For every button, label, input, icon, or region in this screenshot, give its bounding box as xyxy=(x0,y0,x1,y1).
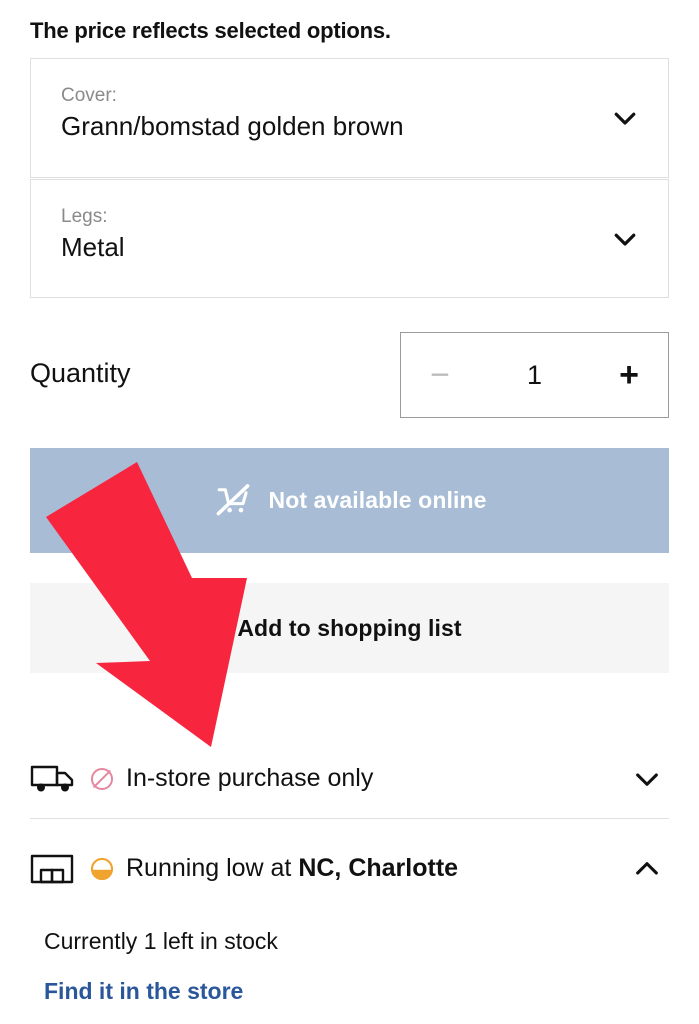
availability-store-location: NC, Charlotte xyxy=(298,854,459,883)
option-value-legs: Metal xyxy=(61,232,125,262)
quantity-value: 1 xyxy=(526,359,543,390)
option-selector-cover[interactable]: Cover: Grann/bomstad golden brown xyxy=(30,58,669,178)
option-value-cover: Grann/bomstad golden brown xyxy=(61,111,404,141)
store-front-icon xyxy=(30,851,82,887)
availability-row-delivery[interactable]: In-store purchase only xyxy=(30,750,669,808)
quantity-label: Quantity xyxy=(30,358,131,388)
find-it-in-the-store-link[interactable]: Find it in the store xyxy=(44,980,243,1003)
option-selector-legs[interactable]: Legs: Metal xyxy=(30,179,669,298)
no-entry-circle-icon xyxy=(82,765,122,793)
cart-slashed-icon xyxy=(213,479,253,522)
chevron-down-icon[interactable] xyxy=(625,763,669,795)
chevron-down-icon[interactable] xyxy=(610,224,640,254)
section-divider xyxy=(30,818,669,819)
stock-count-text: Currently 1 left in stock xyxy=(44,928,278,954)
chevron-down-icon[interactable] xyxy=(610,103,640,133)
add-to-shopping-list-button[interactable]: Add to shopping list xyxy=(30,583,669,673)
chevron-up-icon[interactable] xyxy=(625,853,669,885)
quantity-stepper[interactable]: − 1 + xyxy=(400,332,669,418)
availability-text-delivery: In-store purchase only xyxy=(126,764,374,793)
quantity-increment-button[interactable]: + xyxy=(590,333,668,417)
availability-text-store: Running low at NC, Charlotte xyxy=(126,855,625,883)
product-options-panel: The price reflects selected options. Cov… xyxy=(0,0,699,1024)
price-note: The price reflects selected options. xyxy=(30,18,391,43)
half-full-circle-icon xyxy=(82,855,122,883)
not-available-online-button[interactable]: Not available online xyxy=(30,448,669,553)
not-available-online-label: Not available online xyxy=(268,487,487,513)
add-to-shopping-list-label: Add to shopping list xyxy=(237,614,462,641)
delivery-truck-icon xyxy=(30,762,82,796)
availability-text-store-plain: Running low at xyxy=(126,854,299,883)
availability-row-store[interactable]: Running low at NC, Charlotte xyxy=(30,840,669,898)
option-label-legs: Legs: xyxy=(61,206,108,227)
option-label-cover: Cover: xyxy=(61,85,117,106)
quantity-decrement-button[interactable]: − xyxy=(401,333,479,417)
